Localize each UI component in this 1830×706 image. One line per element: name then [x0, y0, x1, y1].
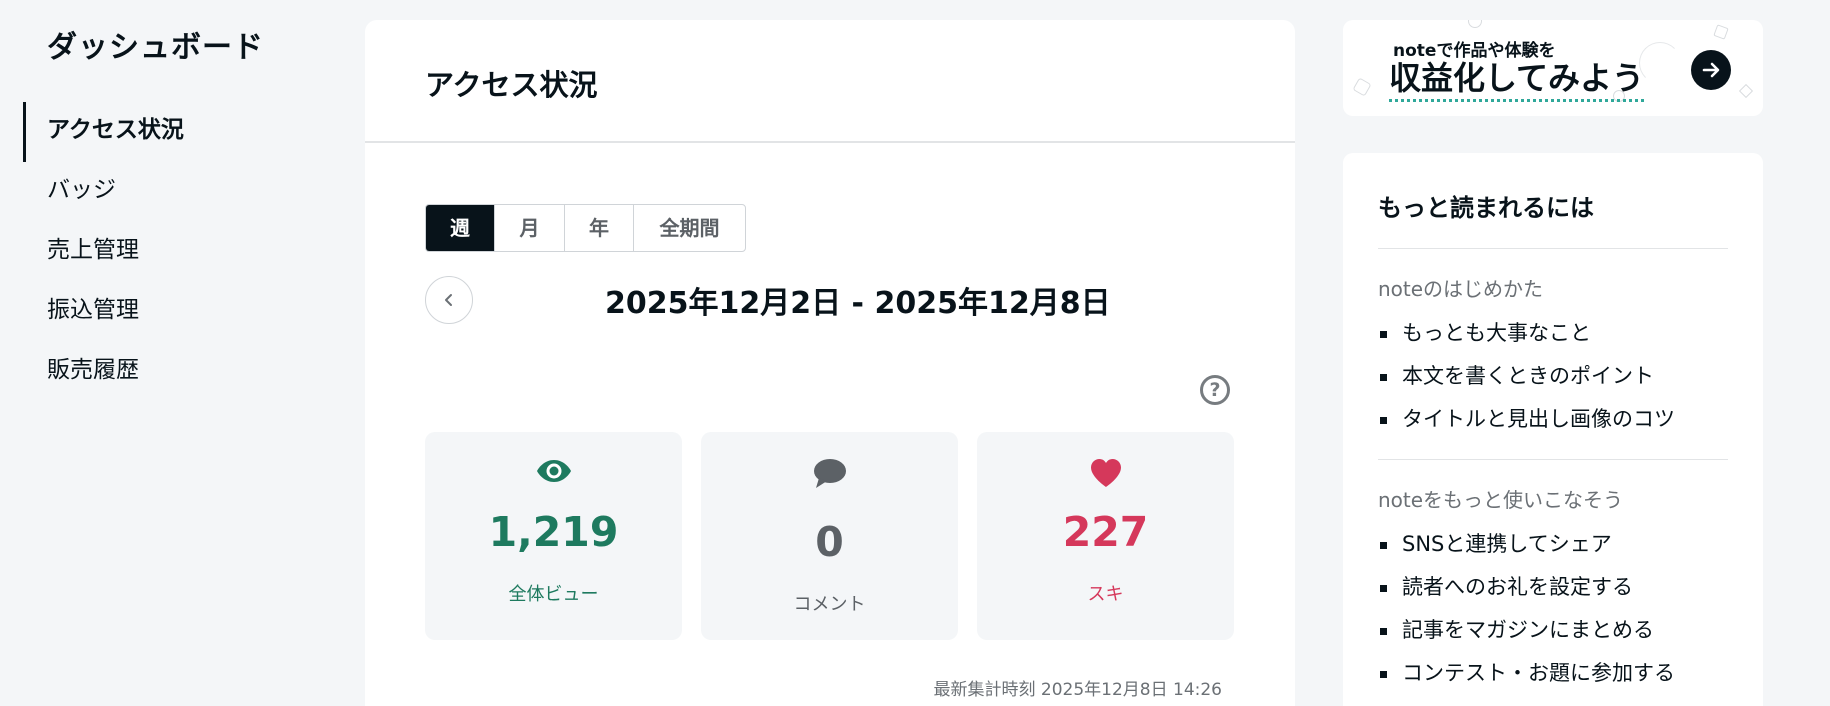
- tip-link[interactable]: コンテスト・お題に参加する: [1378, 652, 1728, 695]
- sidebar-item-transfers[interactable]: 振込管理: [23, 280, 303, 340]
- card-header: アクセス状況: [365, 20, 1295, 143]
- tips-card: もっと読まれるには noteのはじめかた もっとも大事なこと 本文を書くときのポ…: [1343, 153, 1763, 706]
- tips-title: もっと読まれるには: [1378, 153, 1728, 249]
- arrow-right-icon: [1691, 50, 1731, 90]
- tips-group-advanced: noteをもっと使いこなそう SNSと連携してシェア 読者へのお礼を設定する 記…: [1378, 460, 1728, 706]
- stats-row: 1,219 全体ビュー 0 コメント 227 スキ: [425, 432, 1234, 640]
- previous-period-button[interactable]: [425, 276, 473, 324]
- date-range: 2025年12月2日 - 2025年12月8日: [605, 286, 1111, 321]
- period-tabs: 週 月 年 全期間: [425, 204, 746, 252]
- eye-icon: [425, 458, 682, 490]
- comments-value: 0: [815, 518, 844, 566]
- tip-link[interactable]: 本文を書くときのポイント: [1378, 355, 1728, 398]
- tips-list: もっとも大事なこと 本文を書くときのポイント タイトルと見出し画像のコツ: [1378, 312, 1728, 441]
- tips-group-getting-started: noteのはじめかた もっとも大事なこと 本文を書くときのポイント タイトルと見…: [1378, 249, 1728, 460]
- decoration-shape: [1738, 83, 1754, 99]
- sidebar-item-sales-history[interactable]: 販売履歴: [23, 340, 303, 400]
- tip-link[interactable]: タイトルと見出し画像のコツ: [1378, 398, 1728, 441]
- sidebar-title: ダッシュボード: [47, 30, 264, 65]
- dashboard-page: ダッシュボード アクセス状況 バッジ 売上管理 振込管理 販売履歴 アクセス状況…: [0, 0, 1830, 706]
- tip-link[interactable]: 記事をマガジンにまとめる: [1378, 609, 1728, 652]
- tip-link[interactable]: SNSと連携してシェア: [1378, 523, 1728, 566]
- stat-views: 1,219 全体ビュー: [425, 432, 682, 640]
- tab-week[interactable]: 週: [426, 205, 495, 251]
- tab-year[interactable]: 年: [565, 205, 634, 251]
- views-value: 1,219: [488, 508, 619, 556]
- group-title: noteをもっと使いこなそう: [1378, 488, 1624, 512]
- stat-likes: 227 スキ: [977, 432, 1234, 640]
- heart-icon: [977, 458, 1234, 490]
- monetize-banner[interactable]: noteで作品や体験を 収益化してみよう: [1343, 20, 1763, 116]
- likes-value: 227: [1062, 508, 1149, 556]
- likes-label: スキ: [1087, 584, 1124, 605]
- tab-month[interactable]: 月: [495, 205, 565, 251]
- views-label: 全体ビュー: [508, 584, 599, 605]
- decoration-shape: [1352, 77, 1372, 97]
- sidebar-item-badges[interactable]: バッジ: [23, 160, 303, 220]
- decoration-shape: [1468, 20, 1482, 28]
- chevron-left-icon: [445, 294, 452, 306]
- sidebar-item-access[interactable]: アクセス状況: [23, 100, 303, 162]
- sidebar-item-sales[interactable]: 売上管理: [23, 220, 303, 280]
- comments-label: コメント: [793, 594, 866, 615]
- stat-comments: 0 コメント: [701, 432, 958, 640]
- sidebar-nav: アクセス状況 バッジ 売上管理 振込管理 販売履歴: [23, 100, 303, 400]
- tip-link[interactable]: 読者へのお礼を設定する: [1378, 566, 1728, 609]
- tips-list: SNSと連携してシェア 読者へのお礼を設定する 記事をマガジンにまとめる コンテ…: [1378, 523, 1728, 695]
- last-updated-text: 最新集計時刻 2025年12月8日 14:26: [933, 680, 1222, 700]
- tab-all-time[interactable]: 全期間: [634, 205, 745, 251]
- decoration-shape: [1713, 24, 1729, 40]
- question-circle-icon[interactable]: ?: [1200, 375, 1230, 405]
- access-card: アクセス状況 週 月 年 全期間 2025年12月2日 - 2025年12月8日…: [365, 20, 1295, 706]
- tip-link[interactable]: もっとも大事なこと: [1378, 312, 1728, 355]
- page-title: アクセス状況: [425, 68, 598, 102]
- group-title: noteのはじめかた: [1378, 277, 1544, 301]
- sidebar: ダッシュボード アクセス状況 バッジ 売上管理 振込管理 販売履歴: [0, 0, 320, 706]
- banner-title: 収益化してみよう: [1389, 58, 1645, 102]
- comment-icon: [701, 458, 958, 490]
- decoration-shape: [1639, 42, 1681, 84]
